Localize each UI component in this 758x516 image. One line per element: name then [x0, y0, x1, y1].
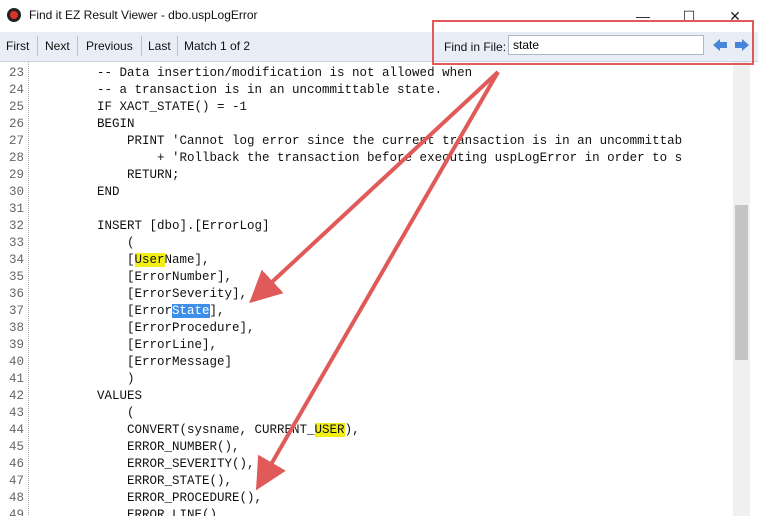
arrow-to-error-state	[255, 70, 500, 491]
arrow-to-errorseverity	[249, 70, 500, 304]
annotation-arrows	[249, 70, 500, 491]
